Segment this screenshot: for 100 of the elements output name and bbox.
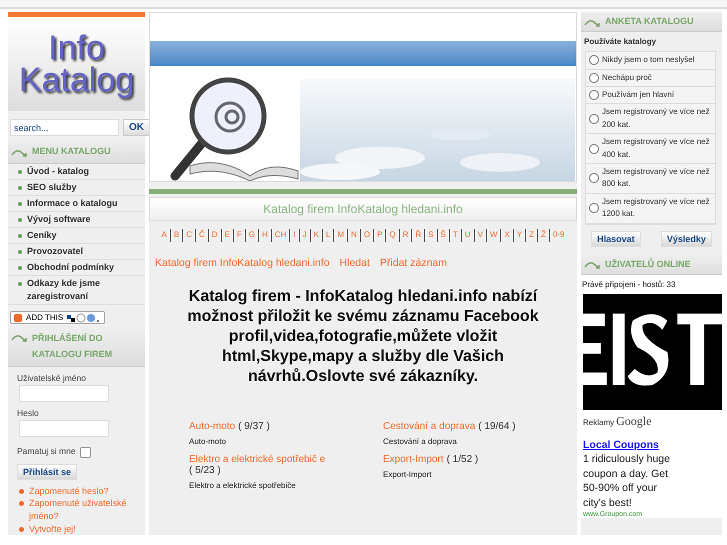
letter-link[interactable]: O bbox=[360, 229, 374, 242]
ad-headline-link[interactable]: Local Coupons bbox=[583, 438, 720, 451]
online-title: UŽIVATELŮ ONLINE bbox=[605, 257, 691, 271]
username-field[interactable] bbox=[19, 384, 109, 402]
menu-item[interactable]: Odkazy kde jsme zaregistrovaní bbox=[8, 276, 145, 306]
category-link[interactable]: Auto-moto bbox=[189, 420, 236, 432]
letter-link[interactable]: V bbox=[474, 229, 487, 242]
letter-link[interactable]: Q bbox=[386, 229, 400, 242]
poll-radio[interactable] bbox=[589, 173, 599, 184]
category-link[interactable]: Elektro a elektrické spotřebič e bbox=[189, 454, 326, 465]
poll-option: Nechápu proč bbox=[602, 72, 652, 84]
category-link[interactable]: Cestování a doprava bbox=[383, 420, 476, 432]
category-count: ( 19/64 ) bbox=[478, 420, 516, 432]
password-label: Heslo bbox=[17, 408, 39, 418]
menu-item[interactable]: Ceníky bbox=[8, 228, 145, 244]
poll-radio[interactable] bbox=[589, 72, 599, 83]
login-link[interactable]: Zapomenuté uživatelské jméno? bbox=[29, 497, 139, 523]
poll-title: ANKETA KATALOGU bbox=[605, 15, 694, 28]
category-description: Cestování a doprava bbox=[383, 436, 458, 446]
letter-link[interactable]: R bbox=[400, 229, 412, 242]
letter-link[interactable]: B bbox=[170, 229, 184, 242]
poll-option: Jsem registrovaný ve více než 800 kat. bbox=[602, 166, 712, 191]
search-field[interactable]: search... bbox=[10, 119, 119, 136]
poll-radio[interactable] bbox=[589, 203, 599, 214]
category-description: Auto-moto bbox=[189, 436, 227, 446]
poll-option: Jsem registrovaný ve více než 200 kat. bbox=[602, 106, 712, 132]
letter-link[interactable]: E bbox=[222, 229, 234, 242]
poll-radio[interactable] bbox=[589, 114, 599, 124]
google-logo: Google bbox=[616, 414, 652, 429]
poll-option: Používám jen hlavní bbox=[602, 89, 674, 102]
menu-item[interactable]: Úvod - katalog bbox=[8, 164, 145, 180]
login-button[interactable]: Přihlásit se bbox=[17, 464, 78, 480]
login-link[interactable]: Zapomenuté heslo? bbox=[29, 484, 109, 498]
results-button[interactable]: Výsledky bbox=[660, 230, 712, 247]
letter-link[interactable]: N bbox=[348, 229, 361, 242]
vote-button[interactable]: Hlasovat bbox=[591, 230, 641, 247]
remember-label: Pamatuj si mne bbox=[17, 446, 76, 456]
letter-link[interactable]: F bbox=[234, 229, 246, 242]
letter-link[interactable]: Ř bbox=[412, 229, 426, 242]
letter-link[interactable]: G bbox=[246, 229, 259, 242]
site-logo[interactable]: Info Katalog bbox=[8, 17, 145, 111]
category-count: ( 5/23 ) bbox=[189, 464, 221, 476]
menu-item[interactable]: Obchodní podmínky bbox=[8, 260, 145, 276]
letter-link[interactable]: Y bbox=[514, 229, 526, 242]
poll-question: Používáte katalogy bbox=[583, 36, 658, 48]
letter-link[interactable]: H bbox=[259, 229, 272, 242]
letter-link[interactable]: A bbox=[158, 229, 171, 242]
login-link[interactable]: Vytvořte jej! bbox=[29, 522, 76, 536]
remember-checkbox[interactable] bbox=[80, 446, 91, 458]
nav-link[interactable]: Přidat záznam bbox=[380, 256, 448, 269]
social-icons bbox=[67, 312, 102, 323]
letter-link[interactable]: CH bbox=[272, 229, 290, 242]
menu-item[interactable]: Provozovatel bbox=[8, 244, 145, 260]
letter-link[interactable]: J bbox=[300, 229, 311, 242]
swirl-arrow-icon bbox=[11, 148, 29, 158]
letter-link[interactable]: K bbox=[310, 229, 323, 242]
search-button[interactable]: OK bbox=[123, 119, 150, 136]
letter-link[interactable]: X bbox=[501, 229, 514, 242]
password-field[interactable] bbox=[19, 420, 109, 437]
add-this-button[interactable]: ADD THIS bbox=[10, 311, 106, 324]
bullet-icon bbox=[19, 501, 24, 506]
poll-radio[interactable] bbox=[589, 144, 599, 154]
poll-radio[interactable] bbox=[589, 55, 599, 66]
category-description: Elektro a elektrické spotřebiče bbox=[189, 480, 297, 490]
poll-option: Jsem registrovaný ve více než 1200 kat. bbox=[602, 196, 712, 221]
letter-link[interactable]: P bbox=[374, 229, 386, 242]
letter-link[interactable]: Š bbox=[438, 229, 450, 242]
poll-option: Jsem registrovaný ve více než 400 kat. bbox=[602, 136, 712, 162]
category-link[interactable]: Export-Import bbox=[383, 454, 444, 465]
letter-link[interactable]: D bbox=[208, 229, 222, 242]
letter-link[interactable]: Z bbox=[526, 229, 538, 242]
plus-icon bbox=[14, 314, 22, 322]
letter-link[interactable]: Ž bbox=[538, 229, 550, 242]
nav-link[interactable]: Hledat bbox=[340, 256, 370, 269]
username-label: Uživatelské jméno bbox=[17, 372, 86, 383]
letter-link[interactable]: Č bbox=[196, 229, 209, 242]
login-title: PŘIHLÁŠENÍ DO KATALOGU FIREM bbox=[32, 332, 114, 361]
letter-link[interactable]: M bbox=[334, 229, 348, 242]
category-description: Export-Import bbox=[383, 470, 432, 479]
letter-link[interactable]: T bbox=[450, 229, 462, 242]
menu-title: MENU KATALOGU bbox=[32, 145, 111, 158]
letter-link[interactable]: L bbox=[322, 229, 334, 242]
bullet-icon bbox=[19, 526, 24, 532]
letter-link[interactable]: S bbox=[425, 229, 438, 242]
letter-link[interactable]: 0-9 bbox=[550, 229, 568, 242]
page-title: Katalog firem InfoKatalog hledani.info bbox=[263, 202, 463, 216]
menu-item[interactable]: Vývoj software bbox=[8, 212, 145, 228]
poll-radio[interactable] bbox=[589, 90, 599, 100]
menu-item[interactable]: Informace o katalogu bbox=[8, 196, 145, 212]
swirl-arrow-icon bbox=[584, 260, 602, 270]
nav-link[interactable]: Katalog firem InfoKatalog hledani.info bbox=[155, 256, 330, 269]
letter-link[interactable]: U bbox=[462, 229, 475, 242]
menu-item[interactable]: SEO služby bbox=[8, 180, 145, 196]
intro-text: Katalog firem - InfoKatalog hledani.info nabízí možnost přiložit ke svému záznamu Facebook profil,videa,fotografie,můžete vložit html,Skype,mapy a služby dle Vašich návrhů.Oslovte své zákazníky. bbox=[186, 286, 540, 387]
category-count: ( 9/37 ) bbox=[238, 420, 270, 432]
letter-link[interactable]: I bbox=[290, 229, 300, 242]
swirl-arrow-icon bbox=[584, 18, 602, 28]
letter-link[interactable]: W bbox=[486, 229, 502, 242]
ad-text: 1 ridiculously huge coupon a day. Get 50-90% off your city's best! bbox=[583, 452, 671, 511]
letter-link[interactable]: C bbox=[183, 229, 196, 242]
